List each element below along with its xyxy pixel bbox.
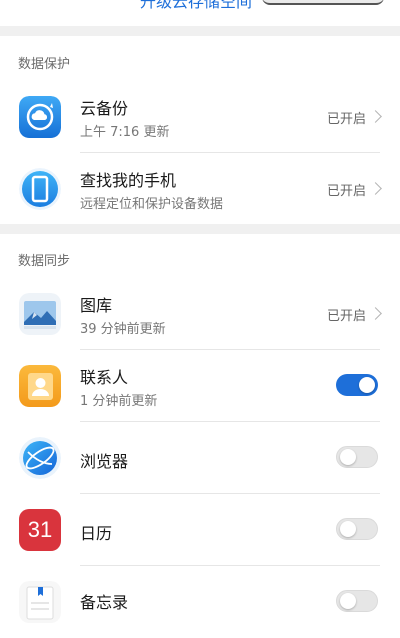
- upgrade-storage-link[interactable]: 升级云存储空间: [140, 0, 252, 12]
- cloud-backup-status: 已开启: [326, 112, 366, 127]
- chevron-right-icon: [369, 307, 382, 320]
- toggle-knob: [340, 521, 356, 537]
- find-phone-title: 查找我的手机: [80, 171, 177, 190]
- section-header-sync: 数据同步: [18, 254, 71, 269]
- find-phone-subtitle: 远程定位和保护设备数据: [80, 197, 224, 212]
- chevron-right-icon: [369, 182, 382, 195]
- cloud-backup-subtitle: 上午 7:16 更新: [80, 125, 170, 140]
- toggle-knob: [340, 593, 356, 609]
- contacts-sync-toggle[interactable]: [336, 374, 378, 396]
- chevron-right-icon: [369, 110, 382, 123]
- cloud-backup-row[interactable]: 云备份 上午 7:16 更新 已开启: [0, 81, 400, 153]
- contacts-subtitle: 1 分钟前更新: [80, 394, 158, 409]
- gallery-icon: [19, 293, 61, 335]
- browser-row[interactable]: 浏览器: [0, 422, 400, 494]
- section-gap: [0, 224, 400, 234]
- notes-icon: [19, 581, 61, 623]
- calendar-icon: 31: [19, 509, 61, 551]
- cloud-backup-icon: [19, 96, 61, 138]
- gallery-row[interactable]: 图库 39 分钟前更新 已开启: [0, 278, 400, 350]
- cloud-backup-title: 云备份: [80, 99, 129, 118]
- browser-title: 浏览器: [80, 452, 129, 471]
- browser-sync-toggle[interactable]: [336, 446, 378, 468]
- calendar-title: 日历: [80, 524, 113, 543]
- top-banner-pill: [262, 0, 384, 5]
- gallery-title: 图库: [80, 296, 113, 315]
- section-gap: [0, 26, 400, 36]
- phone-icon: [19, 168, 61, 210]
- contacts-title: 联系人: [80, 368, 129, 387]
- notes-row[interactable]: 备忘录: [0, 566, 400, 638]
- find-phone-status: 已开启: [326, 184, 366, 199]
- calendar-row[interactable]: 31 日历: [0, 494, 400, 566]
- notes-title: 备忘录: [80, 593, 129, 612]
- contacts-row[interactable]: 联系人 1 分钟前更新: [0, 350, 400, 422]
- find-phone-row[interactable]: 查找我的手机 远程定位和保护设备数据 已开启: [0, 153, 400, 225]
- toggle-knob: [359, 377, 375, 393]
- browser-icon: [19, 437, 61, 479]
- toggle-knob: [340, 449, 356, 465]
- section-header-protection: 数据保护: [18, 57, 71, 72]
- gallery-status: 已开启: [326, 309, 366, 324]
- gallery-subtitle: 39 分钟前更新: [80, 322, 166, 337]
- notes-sync-toggle[interactable]: [336, 590, 378, 612]
- calendar-sync-toggle[interactable]: [336, 518, 378, 540]
- contacts-icon: [19, 365, 61, 407]
- top-strip: 升级云存储空间: [0, 0, 400, 26]
